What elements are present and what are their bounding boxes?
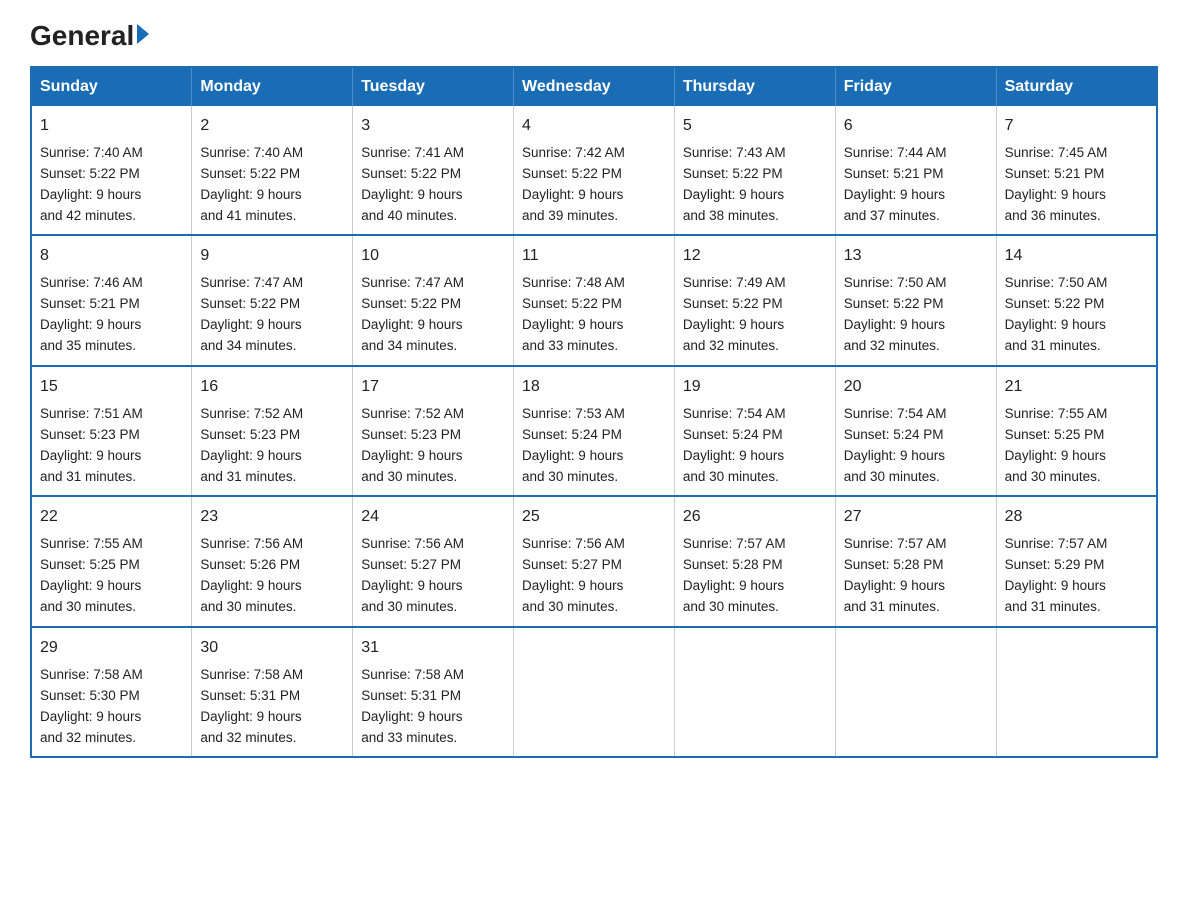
day-number: 14 <box>1005 244 1148 269</box>
week-row-4: 22Sunrise: 7:55 AMSunset: 5:25 PMDayligh… <box>31 496 1157 626</box>
day-cell: 15Sunrise: 7:51 AMSunset: 5:23 PMDayligh… <box>31 366 192 496</box>
day-cell: 9Sunrise: 7:47 AMSunset: 5:22 PMDaylight… <box>192 235 353 365</box>
logo-general: General <box>30 20 134 52</box>
day-cell: 19Sunrise: 7:54 AMSunset: 5:24 PMDayligh… <box>674 366 835 496</box>
day-cell: 3Sunrise: 7:41 AMSunset: 5:22 PMDaylight… <box>353 106 514 235</box>
weekday-monday: Monday <box>192 67 353 106</box>
day-cell: 17Sunrise: 7:52 AMSunset: 5:23 PMDayligh… <box>353 366 514 496</box>
day-number: 8 <box>40 244 183 269</box>
calendar-header: SundayMondayTuesdayWednesdayThursdayFrid… <box>31 67 1157 106</box>
weekday-sunday: Sunday <box>31 67 192 106</box>
calendar-body: 1Sunrise: 7:40 AMSunset: 5:22 PMDaylight… <box>31 106 1157 757</box>
day-cell: 23Sunrise: 7:56 AMSunset: 5:26 PMDayligh… <box>192 496 353 626</box>
day-number: 20 <box>844 375 988 400</box>
week-row-1: 1Sunrise: 7:40 AMSunset: 5:22 PMDaylight… <box>31 106 1157 235</box>
logo-arrow-icon <box>137 24 149 44</box>
day-number: 3 <box>361 114 505 139</box>
day-number: 16 <box>200 375 344 400</box>
day-cell: 24Sunrise: 7:56 AMSunset: 5:27 PMDayligh… <box>353 496 514 626</box>
day-cell: 18Sunrise: 7:53 AMSunset: 5:24 PMDayligh… <box>514 366 675 496</box>
day-number: 11 <box>522 244 666 269</box>
day-cell: 31Sunrise: 7:58 AMSunset: 5:31 PMDayligh… <box>353 627 514 757</box>
day-number: 30 <box>200 636 344 661</box>
day-number: 4 <box>522 114 666 139</box>
day-cell: 2Sunrise: 7:40 AMSunset: 5:22 PMDaylight… <box>192 106 353 235</box>
day-cell: 12Sunrise: 7:49 AMSunset: 5:22 PMDayligh… <box>674 235 835 365</box>
day-cell: 6Sunrise: 7:44 AMSunset: 5:21 PMDaylight… <box>835 106 996 235</box>
day-number: 13 <box>844 244 988 269</box>
logo-text: General <box>30 20 149 52</box>
day-number: 17 <box>361 375 505 400</box>
day-cell: 26Sunrise: 7:57 AMSunset: 5:28 PMDayligh… <box>674 496 835 626</box>
day-cell: 16Sunrise: 7:52 AMSunset: 5:23 PMDayligh… <box>192 366 353 496</box>
weekday-tuesday: Tuesday <box>353 67 514 106</box>
day-number: 10 <box>361 244 505 269</box>
day-number: 25 <box>522 505 666 530</box>
day-number: 24 <box>361 505 505 530</box>
day-number: 6 <box>844 114 988 139</box>
day-cell: 21Sunrise: 7:55 AMSunset: 5:25 PMDayligh… <box>996 366 1157 496</box>
day-cell: 1Sunrise: 7:40 AMSunset: 5:22 PMDaylight… <box>31 106 192 235</box>
weekday-saturday: Saturday <box>996 67 1157 106</box>
day-number: 27 <box>844 505 988 530</box>
day-number: 12 <box>683 244 827 269</box>
day-number: 9 <box>200 244 344 269</box>
weekday-header-row: SundayMondayTuesdayWednesdayThursdayFrid… <box>31 67 1157 106</box>
weekday-thursday: Thursday <box>674 67 835 106</box>
day-number: 26 <box>683 505 827 530</box>
day-number: 31 <box>361 636 505 661</box>
day-number: 23 <box>200 505 344 530</box>
weekday-wednesday: Wednesday <box>514 67 675 106</box>
day-cell <box>674 627 835 757</box>
day-number: 21 <box>1005 375 1148 400</box>
day-cell: 5Sunrise: 7:43 AMSunset: 5:22 PMDaylight… <box>674 106 835 235</box>
day-number: 5 <box>683 114 827 139</box>
day-number: 19 <box>683 375 827 400</box>
day-number: 29 <box>40 636 183 661</box>
logo: General <box>30 20 149 48</box>
day-cell: 14Sunrise: 7:50 AMSunset: 5:22 PMDayligh… <box>996 235 1157 365</box>
day-cell: 8Sunrise: 7:46 AMSunset: 5:21 PMDaylight… <box>31 235 192 365</box>
day-cell <box>835 627 996 757</box>
day-cell: 4Sunrise: 7:42 AMSunset: 5:22 PMDaylight… <box>514 106 675 235</box>
day-number: 18 <box>522 375 666 400</box>
day-cell: 11Sunrise: 7:48 AMSunset: 5:22 PMDayligh… <box>514 235 675 365</box>
week-row-5: 29Sunrise: 7:58 AMSunset: 5:30 PMDayligh… <box>31 627 1157 757</box>
day-number: 1 <box>40 114 183 139</box>
page-header: General <box>30 20 1158 48</box>
day-number: 2 <box>200 114 344 139</box>
day-cell: 28Sunrise: 7:57 AMSunset: 5:29 PMDayligh… <box>996 496 1157 626</box>
day-number: 15 <box>40 375 183 400</box>
day-cell: 13Sunrise: 7:50 AMSunset: 5:22 PMDayligh… <box>835 235 996 365</box>
day-cell: 29Sunrise: 7:58 AMSunset: 5:30 PMDayligh… <box>31 627 192 757</box>
day-number: 28 <box>1005 505 1148 530</box>
day-cell: 7Sunrise: 7:45 AMSunset: 5:21 PMDaylight… <box>996 106 1157 235</box>
day-cell: 27Sunrise: 7:57 AMSunset: 5:28 PMDayligh… <box>835 496 996 626</box>
calendar-table: SundayMondayTuesdayWednesdayThursdayFrid… <box>30 66 1158 758</box>
day-number: 22 <box>40 505 183 530</box>
day-cell: 20Sunrise: 7:54 AMSunset: 5:24 PMDayligh… <box>835 366 996 496</box>
week-row-2: 8Sunrise: 7:46 AMSunset: 5:21 PMDaylight… <box>31 235 1157 365</box>
day-cell <box>514 627 675 757</box>
weekday-friday: Friday <box>835 67 996 106</box>
day-number: 7 <box>1005 114 1148 139</box>
day-cell: 10Sunrise: 7:47 AMSunset: 5:22 PMDayligh… <box>353 235 514 365</box>
week-row-3: 15Sunrise: 7:51 AMSunset: 5:23 PMDayligh… <box>31 366 1157 496</box>
day-cell: 30Sunrise: 7:58 AMSunset: 5:31 PMDayligh… <box>192 627 353 757</box>
day-cell: 22Sunrise: 7:55 AMSunset: 5:25 PMDayligh… <box>31 496 192 626</box>
day-cell: 25Sunrise: 7:56 AMSunset: 5:27 PMDayligh… <box>514 496 675 626</box>
day-cell <box>996 627 1157 757</box>
